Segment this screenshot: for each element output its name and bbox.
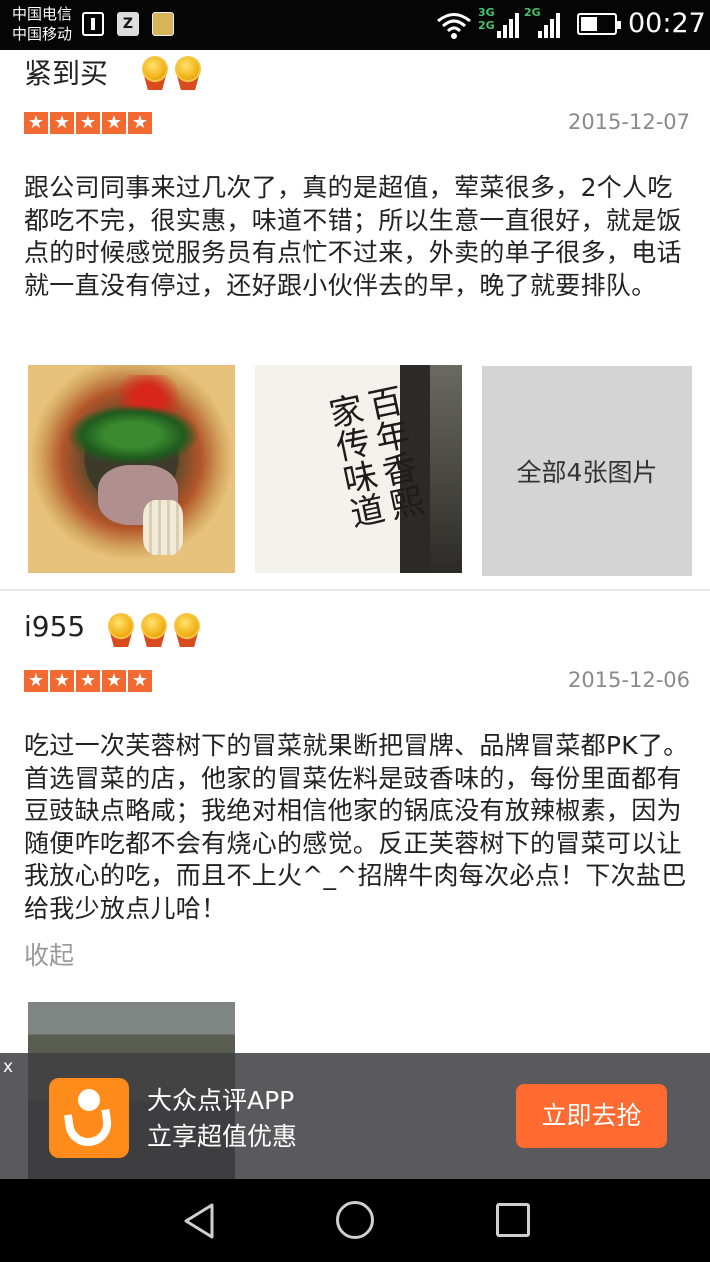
review-divider [0,589,710,591]
medal-icon [173,56,203,90]
back-icon[interactable] [180,1201,216,1241]
star-icon: ★ [128,112,152,134]
battery-icon [577,13,621,35]
star-icon: ★ [50,112,74,134]
all-photos-label: 全部4张图片 [516,458,658,487]
home-icon[interactable] [336,1201,374,1239]
banner-title: 大众点评APP [147,1086,295,1115]
medal-icon [106,613,136,647]
app-download-banner: x 大众点评APP 立享超值优惠 立即去抢 [0,1053,710,1179]
system-nav-bar [0,1179,710,1262]
all-photos-button[interactable]: 全部4张图片 [482,366,692,576]
wifi-icon [437,13,471,39]
star-icon: ★ [102,112,126,134]
medal-icon [172,613,202,647]
star-icon: ★ [102,670,126,692]
star-icon: ★ [128,670,152,692]
review-photo-sign[interactable]: 百年香熙家传味道 [255,365,462,573]
star-icon: ★ [76,670,100,692]
signal-bars-2-icon [538,10,564,38]
sign-text: 百年香熙家传味道 [319,382,427,532]
review-date: 2015-12-06 [567,668,690,692]
carrier-info: 中国电信 中国移动 [12,4,72,44]
star-icon: ★ [24,112,48,134]
grab-now-button[interactable]: 立即去抢 [516,1084,667,1148]
dianping-logo-icon [49,1078,129,1158]
star-rating: ★ ★ ★ ★ ★ [24,112,152,134]
signal-bars-1-icon [497,10,523,38]
review-date: 2015-12-07 [567,110,690,134]
reviewer-name[interactable]: 紧到买 [24,52,108,92]
reviewer-name[interactable]: i955 [24,610,85,643]
app-z-icon: Z [117,12,139,36]
clock: 00:27 [628,8,706,39]
medal-icon [139,613,169,647]
review-photo-food[interactable] [28,365,235,573]
status-bar: 中国电信 中国移动 Z 3G 2G 2G 00:27 [0,0,710,50]
recent-apps-icon[interactable] [496,1203,530,1237]
review-content[interactable]: 跟公司同事来过几次了，真的是超值，荤菜很多，2个人吃都吃不完，很实惠，味道不错；… [24,172,694,302]
photo-app-icon [152,12,174,36]
medal-icon [140,56,170,90]
review-content[interactable]: 吃过一次芙蓉树下的冒菜就果断把冒牌、品牌冒菜都PK了。首选冒菜的店，他家的冒菜佐… [24,730,694,925]
star-icon: ★ [76,112,100,134]
carrier-1: 中国电信 [12,5,73,23]
signal-type-1: 3G 2G [478,6,495,32]
battery-level [581,17,597,31]
banner-subtitle: 立享超值优惠 [147,1122,298,1151]
reviewer-medals [106,613,202,647]
star-icon: ★ [50,670,74,692]
star-rating: ★ ★ ★ ★ ★ [24,670,152,692]
close-icon[interactable]: x [3,1057,13,1077]
collapse-link[interactable]: 收起 [24,936,74,972]
upload-icon [82,12,104,36]
star-icon: ★ [24,670,48,692]
reviewer-medals [140,56,203,90]
carrier-2: 中国移动 [12,25,73,43]
